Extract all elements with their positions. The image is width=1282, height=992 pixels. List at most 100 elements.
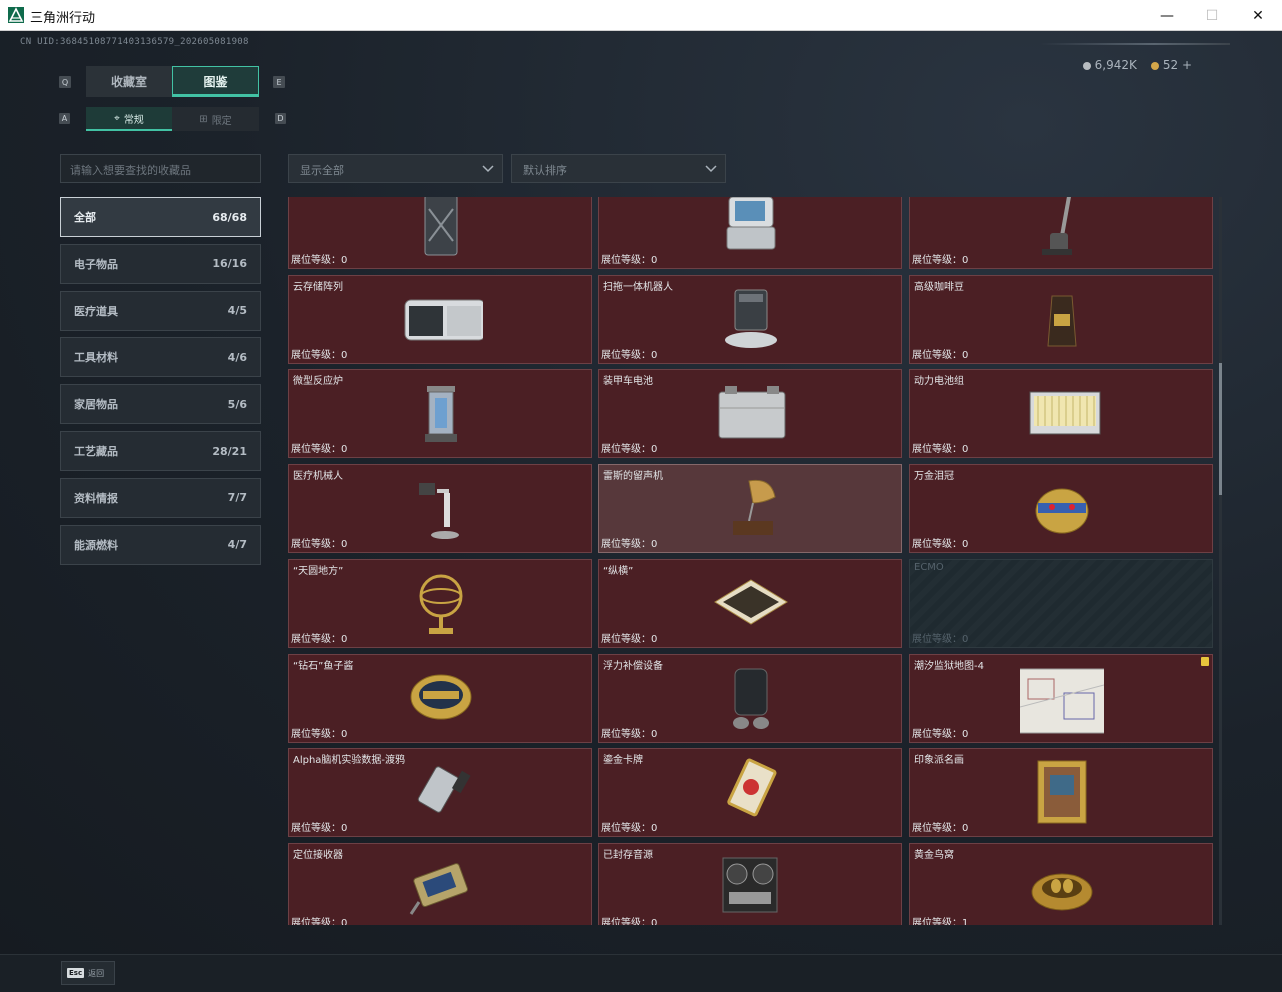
collection-item-card[interactable]: 装甲车电池 展位等级：0: [598, 369, 902, 459]
collection-item-card[interactable]: “钻石”鱼子酱 展位等级：0: [288, 653, 592, 743]
item-name: ECMO: [914, 561, 944, 573]
bottom-bar: Esc 返回: [0, 954, 1282, 992]
subtab-limited[interactable]: ⊞ 限定: [172, 107, 259, 131]
item-display-level: 展位等级：0: [601, 539, 658, 551]
category-item[interactable]: 工艺藏品 28/21: [60, 431, 261, 471]
item-display-level: 展位等级：0: [291, 349, 348, 361]
item-display-level: 展位等级：0: [912, 349, 969, 361]
collection-item-card[interactable]: 鎏金卡牌 展位等级：0: [598, 748, 902, 838]
item-display-level: 展位等级：0: [291, 728, 348, 740]
category-item[interactable]: 家居物品 5/6: [60, 384, 261, 425]
tab-next-key-hint: E: [273, 76, 285, 88]
app-logo-icon: [8, 7, 24, 23]
gold-coin-icon: [1150, 61, 1159, 70]
reel-recorder-icon: [722, 857, 778, 913]
collection-item-card[interactable]: 展位等级：0: [598, 197, 902, 269]
collection-item-card[interactable]: 展位等级：0: [909, 197, 1213, 269]
back-label: 返回: [88, 968, 105, 978]
item-display-level: 展位等级：0: [912, 728, 969, 740]
window-title: 三角洲行动: [30, 11, 96, 26]
collection-item-card[interactable]: 高级咖啡豆展位等级：0: [909, 274, 1213, 364]
category-item[interactable]: 工具材料 4/6: [60, 337, 261, 378]
item-display-level: 展位等级：0: [601, 728, 658, 740]
chessboard-icon: [714, 579, 788, 625]
item-display-level: 展位等级：0: [601, 255, 658, 266]
collection-item-card[interactable]: “天圆地方” 展位等级：0: [288, 558, 592, 648]
subtab-regular[interactable]: ⌖ 常规: [86, 107, 172, 131]
vacuum-icon: [1042, 197, 1072, 255]
item-name: 装甲车电池: [603, 376, 653, 388]
battery-pack-icon: [1029, 391, 1101, 435]
collection-item-card[interactable]: ECMO 展位等级：0: [909, 558, 1213, 648]
item-display-level: 展位等级：0: [291, 444, 348, 456]
collection-item-card[interactable]: 动力电池组 展位等级：0: [909, 369, 1213, 459]
user-uid: CN UID:36845108771403136579_202605081908: [20, 37, 249, 47]
collection-item-card[interactable]: 微型反应炉展位等级：0: [288, 369, 592, 459]
collection-item-card[interactable]: 定位接收器 展位等级：0: [288, 842, 592, 925]
minimize-button[interactable]: —: [1144, 0, 1190, 31]
collection-item-card[interactable]: Alpha脑机实验数据-渡鸦 展位等级：0: [288, 748, 592, 838]
back-button[interactable]: Esc 返回: [61, 961, 115, 985]
item-name: 扫拖一体机器人: [603, 281, 673, 293]
tab-prev-key-hint: Q: [59, 76, 71, 88]
armillary-icon: [419, 574, 463, 634]
map-icon: [1020, 668, 1104, 733]
collection-item-card[interactable]: 万金泪冠 展位等级：0: [909, 464, 1213, 554]
category-count: 4/6: [227, 350, 247, 364]
category-label: 资料情报: [74, 491, 118, 505]
category-item[interactable]: 电子物品 16/16: [60, 243, 261, 284]
item-name: 鎏金卡牌: [603, 755, 643, 767]
painting-icon: [1037, 760, 1087, 824]
collection-item-card[interactable]: 雷斯的留声机 展位等级：0: [598, 464, 902, 554]
collection-item-card[interactable]: 印象派名画 展位等级：0: [909, 748, 1213, 838]
collection-item-card[interactable]: 浮力补偿设备 展位等级：0: [598, 653, 902, 743]
close-button[interactable]: ✕: [1235, 0, 1281, 31]
item-name: 动力电池组: [914, 376, 964, 388]
category-item[interactable]: 能源燃料 4/7: [60, 524, 261, 565]
subtab-prev-key-hint: A: [59, 113, 70, 124]
item-display-level: 展位等级：0: [291, 255, 348, 266]
grid-scrollbar-track[interactable]: [1219, 197, 1222, 925]
tab-encyclopedia[interactable]: 图鉴: [172, 66, 259, 97]
locked-item-icon: [1020, 564, 1104, 644]
search-input[interactable]: 请输入想要查找的收藏品: [60, 154, 261, 183]
collection-item-card[interactable]: 潮汐监狱地图-4 展位等级：0: [909, 653, 1213, 743]
display-filter-dropdown[interactable]: 显示全部: [288, 154, 503, 183]
regular-icon: ⌖: [114, 112, 120, 124]
jeweled-egg-icon: [1035, 488, 1089, 534]
collection-item-card[interactable]: 已封存音源 展位等级：0: [598, 842, 902, 925]
category-item[interactable]: 医疗道具 4/5: [60, 290, 261, 331]
item-name: 微型反应炉: [293, 376, 343, 388]
grid-scrollbar-thumb[interactable]: [1219, 363, 1222, 495]
category-count: 28/21: [212, 444, 247, 458]
currency-premium[interactable]: 52 +: [1150, 58, 1192, 72]
collection-item-card[interactable]: “纵横” 展位等级：0: [598, 558, 902, 648]
maximize-button[interactable]: ☐: [1189, 0, 1235, 31]
item-name: 定位接收器: [293, 849, 343, 861]
category-item[interactable]: 资料情报 7/7: [60, 477, 261, 518]
collection-item-card[interactable]: 医疗机械人 展位等级：0: [288, 464, 592, 554]
category-count: 7/7: [227, 491, 247, 505]
storage-array-icon: [404, 299, 483, 341]
collection-item-card[interactable]: 黄金鸟窝 展位等级：1: [909, 842, 1213, 925]
item-display-level: 展位等级：0: [912, 539, 969, 551]
device-icon: [726, 197, 776, 250]
sort-dropdown[interactable]: 默认排序: [511, 154, 726, 183]
category-count: 68/68: [212, 210, 247, 224]
new-badge-icon: [1201, 656, 1209, 666]
category-item[interactable]: 全部 68/68: [60, 197, 261, 237]
collection-item-card[interactable]: 展位等级：0: [288, 197, 592, 269]
collection-grid: 展位等级：0 展位等级：0 展位等级：0 云存储阵列 展位等级：0 扫拖一体机器人 展位等级…: [288, 197, 1214, 925]
item-name: 云存储阵列: [293, 281, 343, 293]
tab-collection-room[interactable]: 收藏室: [86, 66, 172, 97]
gramophone-icon: [733, 479, 776, 536]
item-name: 黄金鸟窝: [914, 849, 954, 861]
collection-item-card[interactable]: 扫拖一体机器人 展位等级：0: [598, 274, 902, 364]
item-name: 高级咖啡豆: [914, 281, 964, 293]
category-count: 5/6: [227, 397, 247, 411]
item-name: “纵横”: [603, 565, 634, 577]
category-label: 医疗道具: [74, 304, 118, 318]
category-count: 16/16: [212, 257, 247, 271]
item-name: 浮力补偿设备: [603, 660, 663, 672]
collection-item-card[interactable]: 云存储阵列展位等级：0: [288, 274, 592, 364]
